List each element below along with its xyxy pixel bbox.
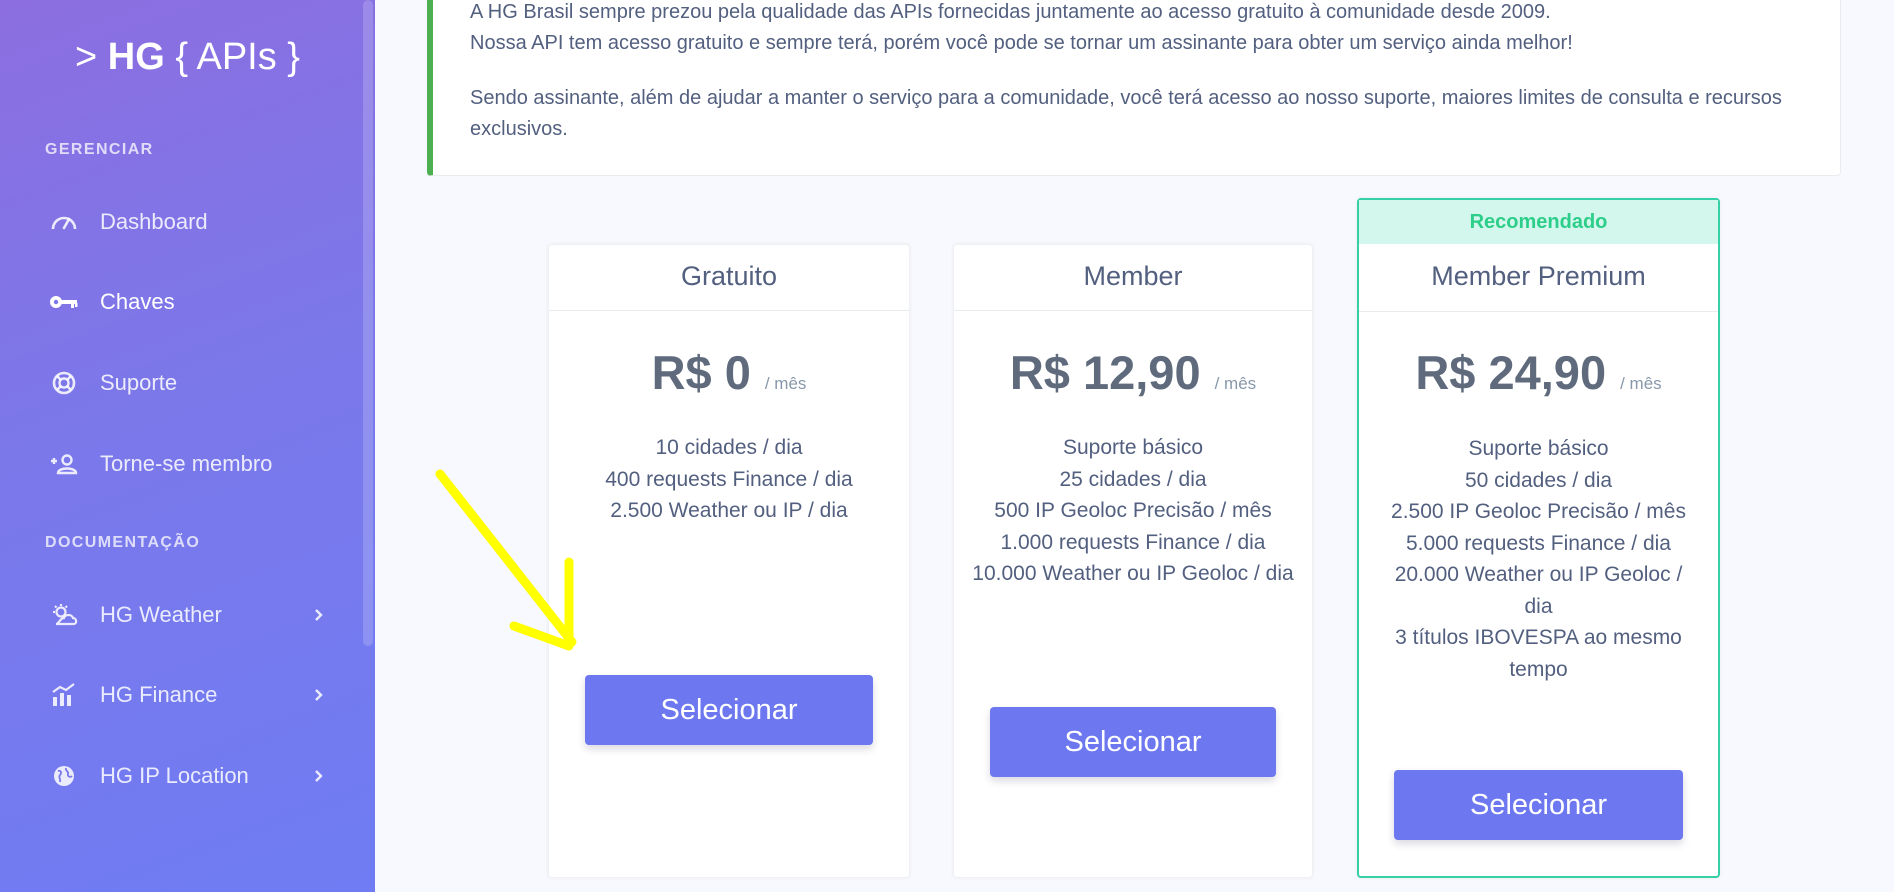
sidebar-heading-gerenciar: GERENCIAR [45, 141, 154, 158]
feature-item: 500 IP Geoloc Precisão / mês [994, 499, 1272, 522]
plan-title: Member [1083, 261, 1183, 291]
lifebuoy-icon [48, 371, 80, 395]
alert-line-1: A HG Brasil sempre prezou pela qualidade… [470, 1, 1551, 23]
feature-item: 20.000 Weather ou IP Geoloc / dia [1394, 563, 1683, 618]
globe-icon [48, 764, 80, 788]
feature-item: 25 cidades / dia [1059, 467, 1207, 491]
plan-title: Member Premium [1431, 261, 1646, 291]
plan-price: R$ 24,90 / mês [1359, 345, 1718, 400]
annotation-arrow-icon [435, 469, 577, 651]
chevron-right-icon [308, 685, 328, 705]
plan-price: R$ 0 / mês [549, 345, 909, 400]
price-amount: R$ 12,90 [1009, 346, 1201, 399]
logo-prefix: > [75, 36, 98, 78]
feature-item: Suporte básico [1062, 436, 1204, 459]
card-divider [1359, 311, 1718, 312]
plan-features: Suporte básico 25 cidades / dia 500 IP G… [970, 432, 1296, 590]
weather-icon [48, 603, 80, 627]
price-amount: R$ 24,90 [1415, 346, 1607, 399]
feature-item: 2.500 IP Geoloc Precisão / mês [1391, 500, 1686, 523]
plan-title: Gratuito [680, 261, 778, 291]
price-period: / mês [1620, 374, 1662, 393]
sidebar-item-label: HG IP Location [100, 763, 249, 788]
info-alert: A HG Brasil sempre prezou pela qualidade… [427, 0, 1841, 176]
sidebar-scrollbar[interactable] [363, 0, 373, 646]
finance-chart-icon [48, 683, 80, 707]
logo-suffix: { APIs } [175, 36, 300, 78]
sidebar-item-suporte[interactable]: Suporte [0, 355, 360, 411]
feature-item: 400 requests Finance / dia [605, 467, 853, 491]
speedometer-icon [48, 210, 80, 234]
feature-item: 10 cidades / dia [655, 436, 803, 459]
sidebar-item-label: Dashboard [100, 209, 208, 234]
feature-item: 3 títulos IBOVESPA ao mesmo tempo [1395, 626, 1682, 681]
plan-card-gratuito: Gratuito R$ 0 / mês 10 cidades / dia 400 … [548, 244, 910, 878]
sidebar-item-chaves[interactable]: Chaves [0, 274, 360, 330]
select-plan-member-premium-button[interactable]: Selecionar [1394, 770, 1683, 840]
sidebar-item-label: HG Weather [100, 602, 222, 627]
key-icon [48, 290, 80, 314]
chevron-right-icon [308, 766, 328, 786]
plan-card-member-premium: Recomendado Member Premium R$ 24,90 / mês… [1357, 198, 1720, 878]
alert-paragraph-2: Sendo assinante, além de ajudar a manter… [470, 87, 1782, 140]
chevron-right-icon [308, 605, 328, 625]
feature-item: 10.000 Weather ou IP Geoloc / dia [972, 562, 1294, 585]
plan-card-member: Member R$ 12,90 / mês Suporte básico 25 c… [953, 244, 1313, 878]
sidebar-heading-documentacao: DOCUMENTAÇÃO [45, 534, 201, 551]
brand-logo[interactable]: > HG { APIs } [0, 36, 375, 79]
feature-item: 50 cidades / dia [1464, 468, 1613, 492]
feature-item: Suporte básico [1468, 437, 1609, 460]
feature-item: 5.000 requests Finance / dia [1405, 531, 1671, 555]
select-plan-member-button[interactable]: Selecionar [990, 707, 1276, 777]
recommended-badge: Recomendado [1359, 200, 1718, 244]
sidebar: > HG { APIs } GERENCIAR Dashboard Chaves… [0, 0, 375, 892]
sidebar-item-label: Suporte [100, 370, 178, 395]
price-amount: R$ 0 [651, 346, 751, 399]
logo-name: HG [107, 36, 165, 78]
sidebar-item-torne-se-membro[interactable]: Torne-se membro [0, 436, 360, 492]
card-divider [954, 310, 1312, 311]
sidebar-item-hg-weather[interactable]: HG Weather [0, 587, 360, 643]
plan-features: Suporte básico 50 cidades / dia 2.500 IP… [1383, 433, 1694, 685]
user-plus-icon [48, 452, 80, 476]
plan-features: 10 cidades / dia 400 requests Finance / … [565, 432, 893, 527]
sidebar-item-hg-finance[interactable]: HG Finance [0, 667, 360, 723]
alert-line-2: Nossa API tem acesso gratuito e sempre t… [470, 32, 1573, 54]
select-plan-gratuito-button[interactable]: Selecionar [585, 675, 873, 745]
sidebar-item-label: Chaves [100, 289, 175, 314]
price-period: / mês [1214, 374, 1257, 393]
plan-price: R$ 12,90 / mês [954, 345, 1312, 400]
card-divider [549, 310, 909, 311]
feature-item: 2.500 Weather ou IP / dia [610, 499, 848, 522]
feature-item: 1.000 requests Finance / dia [1000, 530, 1266, 554]
sidebar-item-hg-ip-location[interactable]: HG IP Location [0, 748, 360, 804]
sidebar-item-label: HG Finance [100, 682, 218, 707]
price-period: / mês [764, 374, 807, 393]
sidebar-item-dashboard[interactable]: Dashboard [0, 194, 360, 250]
sidebar-item-label: Torne-se membro [100, 451, 273, 476]
